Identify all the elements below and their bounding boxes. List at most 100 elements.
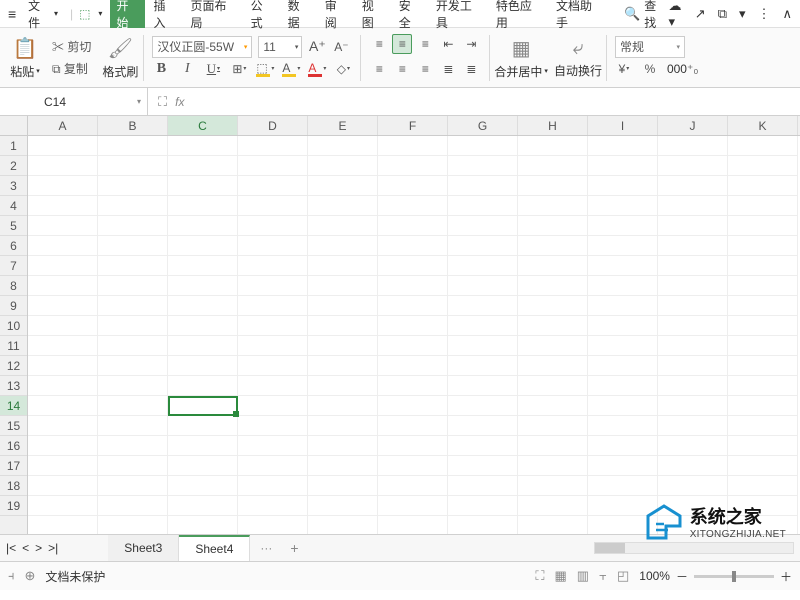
more-dropdown[interactable]: ▾ <box>739 6 746 22</box>
cell[interactable] <box>728 296 798 316</box>
fx-button[interactable]: fx <box>175 95 184 109</box>
cell[interactable] <box>448 356 518 376</box>
cell[interactable] <box>448 256 518 276</box>
view-split-icon[interactable]: ⫟ <box>599 568 607 584</box>
zoom-in-button[interactable]: ＋ <box>780 568 792 585</box>
cell[interactable] <box>28 356 98 376</box>
cell[interactable] <box>378 196 448 216</box>
cell[interactable] <box>448 416 518 436</box>
cell[interactable] <box>28 336 98 356</box>
row-header[interactable]: 8 <box>0 276 27 296</box>
cell[interactable] <box>98 496 168 516</box>
cell[interactable] <box>518 296 588 316</box>
prev-sheet-button[interactable]: < <box>22 541 29 555</box>
cell[interactable] <box>378 396 448 416</box>
cell[interactable] <box>588 316 658 336</box>
cell[interactable] <box>308 516 378 534</box>
cell[interactable] <box>28 416 98 436</box>
cell[interactable] <box>238 396 308 416</box>
view-reading-icon[interactable]: ◰ <box>617 568 629 584</box>
share-icon[interactable]: ↗ <box>695 6 706 22</box>
history-icon[interactable]: ⧉ <box>718 6 727 22</box>
formula-input[interactable] <box>194 88 800 115</box>
cell[interactable] <box>98 436 168 456</box>
cell[interactable] <box>518 336 588 356</box>
cell[interactable] <box>168 416 238 436</box>
cell[interactable] <box>168 516 238 534</box>
cell[interactable] <box>98 396 168 416</box>
pane-icon[interactable]: ⫞ <box>8 568 15 584</box>
align-center-button[interactable]: ≡ <box>392 59 412 79</box>
cell[interactable] <box>728 236 798 256</box>
cell[interactable] <box>448 196 518 216</box>
cell[interactable] <box>448 236 518 256</box>
cell[interactable] <box>28 516 98 534</box>
cell[interactable] <box>728 136 798 156</box>
number-format-select[interactable]: 常规▾ <box>615 36 685 58</box>
border-button[interactable]: ⊞▾ <box>230 59 248 79</box>
cell[interactable] <box>98 316 168 336</box>
cell[interactable] <box>238 416 308 436</box>
currency-button[interactable]: ¥▾ <box>615 59 633 79</box>
copy-button[interactable]: ⧉ 复制 <box>52 60 88 77</box>
cell[interactable] <box>448 396 518 416</box>
cell[interactable] <box>308 456 378 476</box>
cell[interactable] <box>238 156 308 176</box>
more-sheets-button[interactable]: ··· <box>250 541 282 555</box>
cell[interactable] <box>378 156 448 176</box>
cell[interactable] <box>658 156 728 176</box>
last-sheet-button[interactable]: >| <box>48 541 58 555</box>
col-header[interactable]: F <box>378 116 448 135</box>
cell[interactable] <box>238 376 308 396</box>
tab-insert[interactable]: 插入 <box>147 0 182 28</box>
tab-pagelayout[interactable]: 页面布局 <box>185 0 243 28</box>
cell[interactable] <box>658 236 728 256</box>
merge-center-button[interactable]: ▦ 合并居中▾ <box>494 36 548 80</box>
cell[interactable] <box>518 396 588 416</box>
cut-button[interactable]: ✂ 剪切 <box>52 38 91 55</box>
cell[interactable] <box>98 256 168 276</box>
underline-button[interactable]: U▾ <box>204 59 222 79</box>
cell[interactable] <box>378 236 448 256</box>
row-header[interactable]: 1 <box>0 136 27 156</box>
cell[interactable] <box>518 236 588 256</box>
cell[interactable] <box>308 316 378 336</box>
cell[interactable] <box>28 196 98 216</box>
cell[interactable] <box>238 236 308 256</box>
cell[interactable] <box>588 416 658 436</box>
cell[interactable] <box>658 296 728 316</box>
cell[interactable] <box>588 136 658 156</box>
cell[interactable] <box>168 256 238 276</box>
cell[interactable] <box>308 256 378 276</box>
cell[interactable] <box>658 356 728 376</box>
cell[interactable] <box>168 316 238 336</box>
tab-featured[interactable]: 特色应用 <box>490 0 548 28</box>
cell[interactable] <box>28 396 98 416</box>
cell[interactable] <box>378 136 448 156</box>
cell[interactable] <box>28 136 98 156</box>
cell[interactable] <box>308 156 378 176</box>
cell[interactable] <box>728 396 798 416</box>
font-color-button[interactable]: A▾ <box>282 59 300 79</box>
cell[interactable] <box>518 136 588 156</box>
cell[interactable] <box>238 256 308 276</box>
cell[interactable] <box>238 516 308 534</box>
horizontal-scrollbar[interactable] <box>594 542 794 554</box>
cell[interactable] <box>168 276 238 296</box>
cell[interactable] <box>308 176 378 196</box>
cell[interactable] <box>658 276 728 296</box>
collapse-ribbon-icon[interactable]: ∧ <box>783 6 793 22</box>
cell[interactable] <box>98 356 168 376</box>
sheet-tab[interactable]: Sheet4 <box>179 535 250 561</box>
cell[interactable] <box>588 256 658 276</box>
cell[interactable] <box>378 336 448 356</box>
cell[interactable] <box>728 436 798 456</box>
select-all-corner[interactable] <box>0 116 28 136</box>
col-header[interactable]: G <box>448 116 518 135</box>
cell[interactable] <box>238 316 308 336</box>
cell[interactable] <box>378 256 448 276</box>
format-painter-button[interactable]: 🖌 格式刷 <box>101 36 139 80</box>
cell[interactable] <box>448 296 518 316</box>
cell[interactable] <box>168 156 238 176</box>
cell[interactable] <box>238 136 308 156</box>
